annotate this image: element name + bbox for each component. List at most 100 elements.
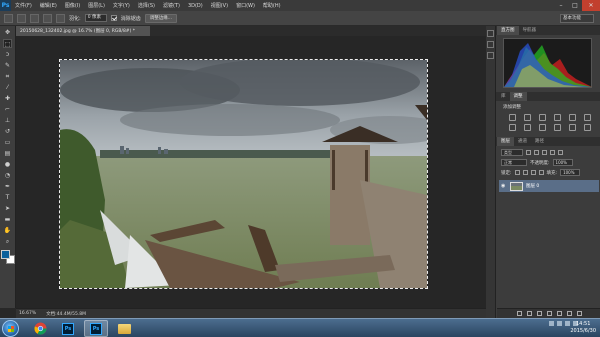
- vibrance-icon[interactable]: [569, 114, 576, 121]
- color-swatches[interactable]: [0, 250, 15, 264]
- opacity-input[interactable]: 100%: [552, 159, 573, 166]
- layer-name[interactable]: 图层 0: [526, 183, 539, 189]
- layer-kind-filter[interactable]: 类型: [501, 149, 523, 156]
- menu-window[interactable]: 窗口(W): [232, 2, 259, 9]
- brightness-icon[interactable]: [509, 114, 516, 121]
- tray-arrow-icon[interactable]: [549, 321, 554, 326]
- blend-mode-select[interactable]: 正常: [501, 159, 527, 166]
- eraser-tool-icon[interactable]: ▭: [3, 138, 12, 147]
- levels-icon[interactable]: [524, 114, 531, 121]
- menu-type[interactable]: 文字(Y): [109, 2, 134, 9]
- color-balance-icon[interactable]: [509, 124, 516, 131]
- feather-input[interactable]: 0 像素: [84, 14, 107, 22]
- layer-row[interactable]: ◉ 图层 0: [499, 180, 599, 192]
- move-tool-icon[interactable]: ✥: [3, 28, 12, 37]
- menu-select[interactable]: 选择(S): [134, 2, 159, 9]
- smart-object-filter-icon[interactable]: [558, 150, 563, 155]
- brush-tool-icon[interactable]: ⌐: [3, 105, 12, 114]
- menu-image[interactable]: 图像(I): [61, 2, 84, 9]
- menu-file[interactable]: 文件(F): [11, 2, 36, 9]
- zoom-tool-icon[interactable]: ⌕: [3, 237, 12, 246]
- menu-help[interactable]: 帮助(H): [259, 2, 285, 9]
- marquee-tool-icon[interactable]: ⬚: [3, 39, 12, 48]
- lock-all-icon[interactable]: [538, 170, 544, 175]
- history-brush-icon[interactable]: ↺: [3, 127, 12, 136]
- new-adjustment-icon[interactable]: [546, 311, 552, 316]
- adjustment-filter-icon[interactable]: [534, 150, 539, 155]
- visibility-eye-icon[interactable]: ◉: [501, 183, 507, 189]
- volume-icon[interactable]: [565, 321, 570, 326]
- workspace-select[interactable]: 基本功能: [560, 14, 594, 23]
- color-lookup-icon[interactable]: [569, 124, 576, 131]
- quick-select-tool-icon[interactable]: ✎: [3, 61, 12, 70]
- type-filter-icon[interactable]: [542, 150, 547, 155]
- document-tab[interactable]: 20150628_132402.jpg @ 16.7% (图层 0, RGB/8…: [16, 26, 150, 36]
- menu-filter[interactable]: 滤镜(T): [159, 2, 184, 9]
- gradient-tool-icon[interactable]: ▤: [3, 149, 12, 158]
- blur-tool-icon[interactable]: ●: [3, 160, 12, 169]
- explorer-taskbar-icon[interactable]: [112, 320, 136, 337]
- tool-preset-button[interactable]: [4, 13, 13, 23]
- tab-histogram[interactable]: 直方图: [497, 26, 519, 35]
- link-layers-icon[interactable]: [516, 311, 522, 316]
- document-image[interactable]: [59, 59, 428, 289]
- foreground-color-swatch[interactable]: [0, 250, 10, 259]
- type-tool-icon[interactable]: T: [3, 193, 12, 202]
- channel-mixer-icon[interactable]: [554, 124, 561, 131]
- fill-input[interactable]: 100%: [560, 169, 581, 176]
- tab-paths[interactable]: 路径: [531, 137, 548, 146]
- lasso-tool-icon[interactable]: ↄ: [3, 50, 12, 59]
- menu-view[interactable]: 视图(V): [207, 2, 232, 9]
- properties-panel-icon[interactable]: [487, 41, 494, 48]
- taskbar-clock[interactable]: 14:51 2015/6/30: [570, 321, 596, 335]
- tab-channels[interactable]: 通道: [514, 137, 531, 146]
- chrome-taskbar-icon[interactable]: [28, 320, 52, 337]
- info-panel-icon[interactable]: [487, 52, 494, 59]
- shape-tool-icon[interactable]: ▬: [3, 215, 12, 224]
- lock-position-icon[interactable]: [530, 170, 536, 175]
- pen-tool-icon[interactable]: ✒: [3, 182, 12, 191]
- tab-libraries[interactable]: 库: [497, 92, 510, 101]
- menu-layer[interactable]: 图层(L): [84, 2, 109, 9]
- delete-layer-icon[interactable]: [576, 311, 582, 316]
- path-select-icon[interactable]: ➤: [3, 204, 12, 213]
- hand-tool-icon[interactable]: ✋: [3, 226, 12, 235]
- photoshop-taskbar-icon-2[interactable]: Ps: [84, 320, 108, 337]
- refine-edge-button[interactable]: 调整边缘...: [144, 13, 177, 23]
- menu-edit[interactable]: 编辑(E): [36, 2, 61, 9]
- healing-brush-icon[interactable]: ✚: [3, 94, 12, 103]
- shape-filter-icon[interactable]: [550, 150, 555, 155]
- minimize-button[interactable]: –: [554, 0, 568, 11]
- subtract-selection-icon[interactable]: [43, 13, 52, 23]
- new-group-icon[interactable]: [556, 311, 562, 316]
- tab-navigator[interactable]: 导航器: [519, 26, 541, 35]
- zoom-level[interactable]: 16.67%: [19, 311, 36, 316]
- curves-icon[interactable]: [539, 114, 546, 121]
- invert-icon[interactable]: [584, 124, 591, 131]
- tab-layers[interactable]: 图层: [497, 137, 514, 146]
- intersect-selection-icon[interactable]: [56, 13, 65, 23]
- add-mask-icon[interactable]: [536, 311, 542, 316]
- start-button[interactable]: [2, 320, 19, 337]
- close-button[interactable]: ✕: [582, 0, 600, 11]
- lock-pixels-icon[interactable]: [522, 170, 528, 175]
- add-selection-icon[interactable]: [30, 13, 39, 23]
- crop-tool-icon[interactable]: ⌗: [3, 72, 12, 81]
- pixel-filter-icon[interactable]: [526, 150, 531, 155]
- exposure-icon[interactable]: [554, 114, 561, 121]
- tab-adjustments[interactable]: 调整: [509, 92, 527, 101]
- maximize-button[interactable]: □: [568, 0, 582, 11]
- history-panel-icon[interactable]: [487, 30, 494, 37]
- eyedropper-tool-icon[interactable]: ⁄: [3, 83, 12, 92]
- lock-transparent-icon[interactable]: [514, 170, 520, 175]
- dodge-tool-icon[interactable]: ◔: [3, 171, 12, 180]
- layer-style-icon[interactable]: [526, 311, 532, 316]
- hue-saturation-icon[interactable]: [584, 114, 591, 121]
- new-layer-icon[interactable]: [566, 311, 572, 316]
- photo-filter-icon[interactable]: [539, 124, 546, 131]
- new-selection-icon[interactable]: [17, 13, 26, 23]
- clone-stamp-icon[interactable]: ⊥: [3, 116, 12, 125]
- black-white-icon[interactable]: [524, 124, 531, 131]
- menu-3d[interactable]: 3D(D): [184, 3, 207, 9]
- photoshop-taskbar-icon-1[interactable]: Ps: [56, 320, 80, 337]
